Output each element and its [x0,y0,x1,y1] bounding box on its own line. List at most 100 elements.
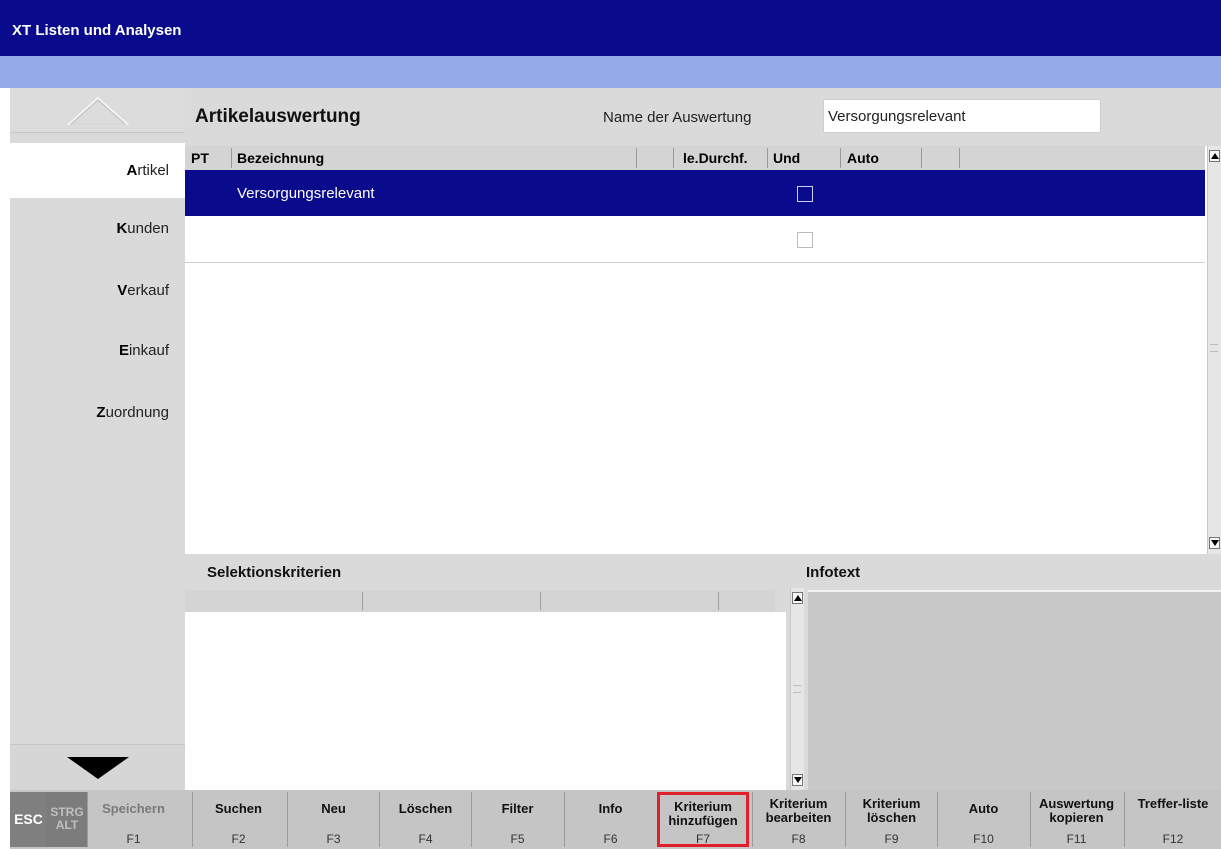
column-header-bezeichnung[interactable]: Bezeichnung [237,150,324,166]
column-divider[interactable] [840,148,841,168]
sidebar-item-label: uordnung [105,404,169,421]
f10-auto-button[interactable]: Auto F10 [937,792,1029,847]
scroll-up-button[interactable] [10,88,185,133]
scroll-down-arrow[interactable] [792,774,803,786]
f7-kriterium-hinzufuegen-button[interactable]: Kriterium hinzufügen F7 [657,792,749,847]
sidebar-item-zuordnung[interactable]: Zuordnung [10,385,185,440]
fkey-code: F6 [603,832,618,846]
fkey-label: Neu [321,801,346,816]
f12-trefferliste-button[interactable]: Treffer-liste F12 [1124,792,1221,847]
scroll-up-arrow[interactable] [792,592,803,604]
fkey-code: F2 [231,832,246,846]
fkey-label: Auswertung kopieren [1038,796,1115,825]
column-divider[interactable] [959,148,960,168]
name-input[interactable] [823,99,1101,133]
column-divider[interactable] [540,592,541,610]
strg-alt-toggle[interactable]: STRG ALT [47,792,87,847]
page-title: Artikelauswertung [195,106,361,127]
arrow-up-icon [794,595,802,601]
scroll-grip[interactable] [1210,344,1218,352]
column-divider[interactable] [636,148,637,168]
fkey-label: Filter [501,801,534,816]
f6-info-button[interactable]: Info F6 [564,792,656,847]
f9-kriterium-loeschen-button[interactable]: Kriterium löschen F9 [845,792,937,847]
column-divider[interactable] [718,592,719,610]
fkey-code: F5 [510,832,525,846]
column-header-auto[interactable]: Auto [847,150,879,166]
sidebar-item-hotkey: E [118,342,129,359]
triangle-down-icon [67,757,129,779]
cell-bezeichnung: Versorgungsrelevant [237,185,375,202]
sidebar-item-kunden[interactable]: Kunden [10,201,185,256]
fkey-code: F7 [695,832,710,846]
fkey-label: Treffer-liste [1137,796,1209,811]
criteria-title: Selektionskriterien [207,564,342,581]
scroll-down-button[interactable] [10,744,185,790]
sidebar-item-hotkey: A [126,162,138,179]
info-title: Infotext [806,564,861,581]
fkey-label: Kriterium bearbeiten [765,796,832,825]
criteria-list[interactable] [185,612,786,790]
arrow-down-icon [794,777,802,783]
sidebar-item-label: erkauf [127,282,169,299]
window-title: XT Listen und Analysen [12,22,182,39]
column-divider[interactable] [231,148,232,168]
function-key-bar: ESC STRG ALT Speichern F1 Suchen F2 Neu … [10,790,1221,849]
fkey-code: F11 [1066,832,1087,846]
fkey-code: F9 [884,832,899,846]
column-divider[interactable] [673,148,674,168]
sidebar-item-hotkey: Z [96,404,106,421]
f11-auswertung-kopieren-button[interactable]: Auswertung kopieren F11 [1030,792,1122,847]
sidebar-item-verkauf[interactable]: Verkauf [10,263,185,318]
fkey-code: F12 [1162,832,1184,846]
fkey-label: Kriterium löschen [862,796,921,825]
fkey-label: Löschen [398,801,453,816]
fkey-code: F4 [418,832,433,846]
row-divider [185,262,1205,263]
column-header-pt[interactable]: PT [191,150,209,166]
table-row[interactable]: Versorgungsrelevant [185,170,1205,216]
table-row[interactable] [185,216,1205,262]
f1-speichern-button[interactable]: Speichern F1 [87,792,179,847]
column-divider[interactable] [767,148,768,168]
und-checkbox[interactable] [797,232,813,248]
fkey-code: F10 [973,832,994,846]
sub-bar [0,56,1221,88]
info-text-box [808,590,1221,790]
table-header: PT Bezeichnung le.Durchf. Und Auto [185,146,1205,170]
scroll-up-arrow[interactable] [1209,150,1220,162]
f5-filter-button[interactable]: Filter F5 [471,792,563,847]
fkey-code: F3 [326,832,341,846]
triangle-up-icon [67,96,129,125]
esc-button[interactable]: ESC [10,792,47,847]
name-label: Name der Auswertung [603,109,752,126]
criteria-scrollbar[interactable] [790,588,804,790]
fkey-label: Speichern [102,801,165,816]
arrow-up-icon [1211,153,1219,159]
sidebar-item-label: unden [127,220,169,237]
fkey-label: Auto [968,801,999,816]
fkey-label: Info [598,801,623,816]
table-scrollbar[interactable] [1207,146,1221,554]
arrow-down-icon [1211,540,1219,546]
column-header-le-durchf[interactable]: le.Durchf. [683,150,748,166]
fkey-label: Kriterium hinzufügen [668,799,738,828]
column-header-und[interactable]: Und [773,150,800,166]
scroll-down-arrow[interactable] [1209,537,1220,549]
scroll-grip[interactable] [793,685,801,693]
sidebar-item-label: rtikel [137,162,169,179]
sidebar-item-einkauf[interactable]: Einkauf [10,323,185,378]
fkey-code: F8 [791,832,806,846]
sidebar-item-hotkey: K [116,220,128,237]
sidebar: Artikel Kunden Verkauf Einkauf Zuordnung [10,88,185,790]
f2-suchen-button[interactable]: Suchen F2 [192,792,284,847]
column-divider[interactable] [921,148,922,168]
f8-kriterium-bearbeiten-button[interactable]: Kriterium bearbeiten F8 [752,792,844,847]
sidebar-item-artikel[interactable]: Artikel [10,143,185,198]
f3-neu-button[interactable]: Neu F3 [287,792,379,847]
column-divider[interactable] [362,592,363,610]
f4-loeschen-button[interactable]: Löschen F4 [379,792,471,847]
und-checkbox[interactable] [797,186,813,202]
criteria-header [185,590,775,612]
sidebar-item-label: inkauf [128,342,169,359]
